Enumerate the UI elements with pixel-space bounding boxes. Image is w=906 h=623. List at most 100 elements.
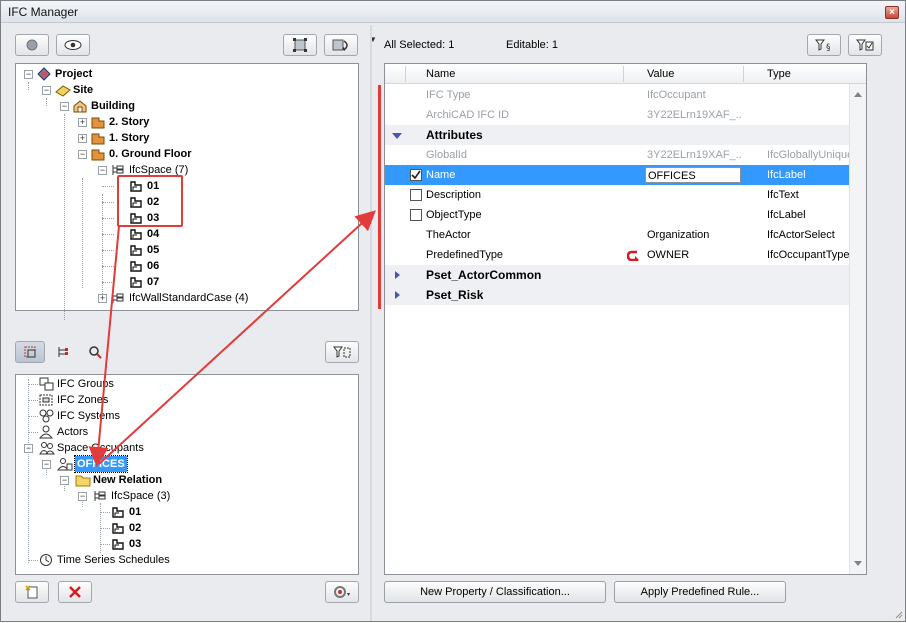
close-button[interactable]: × xyxy=(885,6,899,19)
bullet-button[interactable] xyxy=(15,34,49,56)
tree-node-label: 02 xyxy=(129,522,142,534)
collapse-icon[interactable]: − xyxy=(78,150,87,159)
tree-node-story-2[interactable]: +2. Story xyxy=(16,114,356,130)
column-header-value[interactable]: Value xyxy=(647,68,674,80)
expand-triangle-icon[interactable] xyxy=(395,291,400,299)
tree-node-space-04[interactable]: 04 xyxy=(16,226,356,242)
tree-node-label: New Relation xyxy=(93,474,163,486)
property-filter-button[interactable]: § xyxy=(807,34,841,56)
collapse-icon[interactable]: − xyxy=(24,444,33,453)
collapse-icon[interactable]: − xyxy=(98,166,107,175)
hierarchy-tab[interactable] xyxy=(51,341,75,363)
circle-icon xyxy=(26,39,38,51)
tree-node-ifc-zones[interactable]: IFC Zones xyxy=(16,392,356,408)
property-row[interactable]: ArchiCAD IFC ID 3Y22ELrn19XAF_... xyxy=(385,105,866,125)
scroll-up-icon[interactable] xyxy=(854,92,862,97)
property-checkbox[interactable] xyxy=(410,189,422,201)
column-header-type[interactable]: Type xyxy=(767,68,791,80)
tree-node-project[interactable]: − Project xyxy=(16,66,356,82)
collapse-icon[interactable]: − xyxy=(42,460,51,469)
tree-node-ifcspace[interactable]: − IfcSpace (7) xyxy=(16,162,356,178)
tree-node-space-05[interactable]: 05 xyxy=(16,242,356,258)
tree-node-space-occupants[interactable]: − Space Occupants xyxy=(16,440,356,456)
tree-node-rel-space-02[interactable]: 02 xyxy=(16,520,356,536)
resize-grip[interactable] xyxy=(893,609,903,619)
property-row[interactable]: ObjectType IfcLabel xyxy=(385,205,866,225)
property-row[interactable]: IFC Type IfcOccupant xyxy=(385,85,866,105)
expand-icon[interactable]: + xyxy=(78,118,87,127)
space-icon xyxy=(129,259,143,273)
property-name: ObjectType xyxy=(426,209,482,221)
tree-node-label: Actors xyxy=(57,426,89,438)
options-button[interactable] xyxy=(325,581,359,603)
collapse-icon[interactable]: − xyxy=(78,492,87,501)
clock-icon xyxy=(39,553,53,567)
tree-node-building[interactable]: − Building xyxy=(16,98,356,114)
property-group-row[interactable]: Pset_Risk xyxy=(385,285,866,305)
property-row[interactable]: TheActor Organization IfcActorSelect xyxy=(385,225,866,245)
property-row[interactable]: GlobalId 3Y22ELrn19XAF_... IfcGloballyUniq… xyxy=(385,145,866,165)
property-row[interactable]: Name OFFICES IfcLabel xyxy=(385,165,866,185)
tree-node-label: 03 xyxy=(129,538,142,550)
property-check-filter-button[interactable] xyxy=(848,34,882,56)
apply-predefined-rule-button[interactable]: Apply Predefined Rule... xyxy=(614,581,786,603)
tree-node-space-06[interactable]: 06 xyxy=(16,258,356,274)
occupants-icon xyxy=(39,441,55,455)
spatial-structure-tab[interactable] xyxy=(15,341,45,363)
property-name: TheActor xyxy=(426,229,471,241)
tree-node-new-relation[interactable]: − New Relation xyxy=(16,472,356,488)
tree-node-site[interactable]: − Site xyxy=(16,82,356,98)
tree-node-ifcwall[interactable]: + IfcWallStandardCase (4) xyxy=(16,290,356,306)
collapse-icon[interactable]: − xyxy=(24,70,33,79)
new-property-button[interactable]: New Property / Classification... xyxy=(384,581,606,603)
tree-node-offices[interactable]: − OFFICES xyxy=(16,455,356,473)
space-icon xyxy=(129,243,143,257)
vertical-scrollbar[interactable] xyxy=(849,84,866,574)
new-item-button[interactable] xyxy=(15,581,49,603)
refresh-selection-button[interactable] xyxy=(324,34,358,56)
expand-icon[interactable]: + xyxy=(78,134,87,143)
collapse-icon[interactable]: − xyxy=(60,476,69,485)
property-checkbox[interactable] xyxy=(410,209,422,221)
collapse-icon[interactable]: − xyxy=(42,86,51,95)
tree-node-ifc-systems[interactable]: IFC Systems xyxy=(16,408,356,424)
property-name: IFC Type xyxy=(426,89,471,101)
tree-node-space-02[interactable]: 02 xyxy=(16,194,356,210)
tree-node-story-1[interactable]: +1. Story xyxy=(16,130,356,146)
tree-node-actors[interactable]: Actors xyxy=(16,424,356,440)
property-group-row[interactable]: Attributes xyxy=(385,125,866,145)
space-icon xyxy=(129,227,143,241)
tree-node-rel-space-01[interactable]: 01 xyxy=(16,504,356,520)
tree-node-ifc-groups[interactable]: IFC Groups xyxy=(16,376,356,392)
select-element-button[interactable] xyxy=(283,34,317,56)
tree-node-space-01[interactable]: 01 xyxy=(16,178,356,194)
story-folder-icon xyxy=(91,131,105,145)
tree-node-ground-floor[interactable]: − 0. Ground Floor xyxy=(16,146,356,162)
relations-tree: IFC Groups IFC Zones IFC Systems Actors − Spa… xyxy=(15,374,359,575)
tree-node-rel-space-03[interactable]: 03 xyxy=(16,536,356,552)
eye-icon xyxy=(64,40,82,50)
property-value-input[interactable]: OFFICES xyxy=(645,167,741,183)
tree-node-time-series[interactable]: Time Series Schedules xyxy=(16,552,356,568)
visibility-button[interactable] xyxy=(56,34,90,56)
collapse-icon[interactable]: − xyxy=(60,102,69,111)
property-group-row[interactable]: Pset_ActorCommon xyxy=(385,265,866,285)
expand-icon[interactable]: + xyxy=(98,294,107,303)
delete-button[interactable] xyxy=(58,581,92,603)
tree-node-space-03[interactable]: 03 xyxy=(16,210,356,226)
panel-divider[interactable] xyxy=(370,25,372,621)
column-header-name[interactable]: Name xyxy=(426,68,455,80)
tree-node-ifcspace-3[interactable]: − IfcSpace (3) xyxy=(16,488,356,504)
property-checkbox[interactable] xyxy=(410,169,422,181)
collapse-triangle-icon[interactable] xyxy=(392,133,402,139)
tree-node-label: 01 xyxy=(129,506,142,518)
scroll-down-icon[interactable] xyxy=(854,561,862,566)
story-folder-icon xyxy=(91,147,105,161)
property-row[interactable]: Description IfcText xyxy=(385,185,866,205)
expand-triangle-icon[interactable] xyxy=(395,271,400,279)
property-row[interactable]: PredefinedTypeOWNERIfcOccupantTypeEnum xyxy=(385,245,866,265)
tree-node-space-07[interactable]: 07 xyxy=(16,274,356,290)
filter-tree-button[interactable] xyxy=(325,341,359,363)
predefined-rule-icon xyxy=(627,249,641,261)
search-tab[interactable] xyxy=(83,341,107,363)
